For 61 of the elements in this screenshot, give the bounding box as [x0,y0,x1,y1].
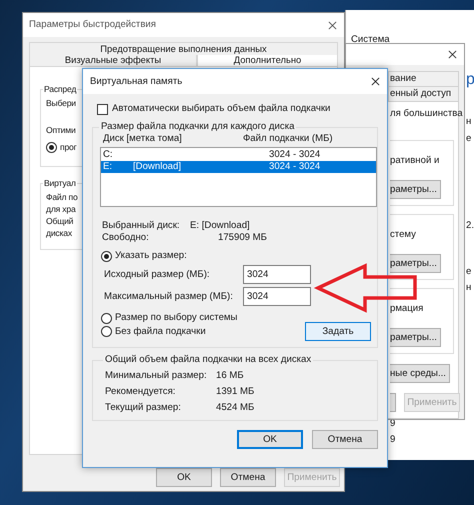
radio-label: Без файла подкачки [115,326,206,338]
text-fragment: рмация [390,303,424,315]
text-fragment: н [466,282,472,294]
group-label: Общий объем файла подкачки на всех дисках [104,354,312,366]
radio-label: прог [60,141,77,153]
settings-button[interactable]: раметры... [390,328,441,347]
dialog-button[interactable]: OK [237,430,303,449]
radio-label: Размер по выбору системы [115,312,238,324]
tab[interactable]: енный доступ [388,86,459,101]
field-label: Рекомендуется: [105,386,176,398]
tab[interactable]: Предотвращение выполнения данных [29,42,338,55]
input-field[interactable]: 3024 [243,265,311,284]
field-value: E: [Download] [190,220,251,232]
column-header: Файл подкачки (МБ) [243,133,334,145]
input-field[interactable]: 3024 [243,287,311,306]
dialog-button[interactable]: OK [156,468,212,487]
text-fragment: Выбери [46,97,76,109]
list-row[interactable]: E: [Download] 3024 - 3024 [101,161,376,173]
settings-button[interactable]: раметры... [390,180,441,199]
text-fragment: е [466,133,472,145]
text-fragment: 9 [390,434,396,446]
field-label: Максимальный размер (МБ): [104,290,234,302]
field-value: 16 МБ [216,370,245,382]
window-title: Виртуальная память [90,76,182,88]
window-heading: Система [351,34,391,46]
text-fragment: Файл по [46,191,78,203]
window-title: Параметры быстродействия [29,19,156,31]
tab[interactable]: Дополнительно [197,55,338,66]
field-label: Текущий размер: [105,402,182,414]
group-label: Распред [43,83,78,95]
checkbox-label: Автоматически выбирать объем файла подкачки [112,103,330,115]
text-fragment: для хра [46,203,76,215]
list-row[interactable]: C: 3024 - 3024 [101,149,376,161]
group-label: Размер файла подкачки для каждого диска [100,121,296,133]
radio-label: Указать размер: [115,250,187,262]
text-fragment: стему [390,229,416,241]
text-fragment: ля большинства [390,108,463,120]
field-label: Свободно: [102,232,150,244]
dialog-button[interactable]: Отмена [312,430,378,449]
text-fragment: Оптими [46,124,76,136]
field-value: 1391 МБ [216,386,256,398]
text-fragment: р [466,71,474,89]
field-label: Исходный размер (МБ): [104,268,211,280]
dialog-button[interactable]: Отмена [220,468,276,487]
tab[interactable]: вание [388,71,459,86]
text-fragment: Общий [46,215,74,227]
field-label: Минимальный размер: [105,370,208,382]
column-header: Диск [метка тома] [103,133,183,145]
text-fragment: дисках [46,227,72,239]
tab[interactable]: Визуальные эффекты [29,55,197,66]
field-value: 175909 МБ [217,232,268,244]
text-fragment: н [466,116,472,128]
settings-button[interactable]: раметры... [390,254,441,273]
text-fragment: е [466,266,472,278]
text-fragment: ративной и [390,155,440,167]
field-value: 4524 МБ [216,402,256,414]
field-label: Выбранный диск: [102,220,181,232]
set-button[interactable]: Задать [305,322,371,341]
group-label: Виртуал [43,177,77,189]
text-fragment: 2. [466,220,474,232]
environment-button[interactable]: ные среды... [390,364,450,383]
